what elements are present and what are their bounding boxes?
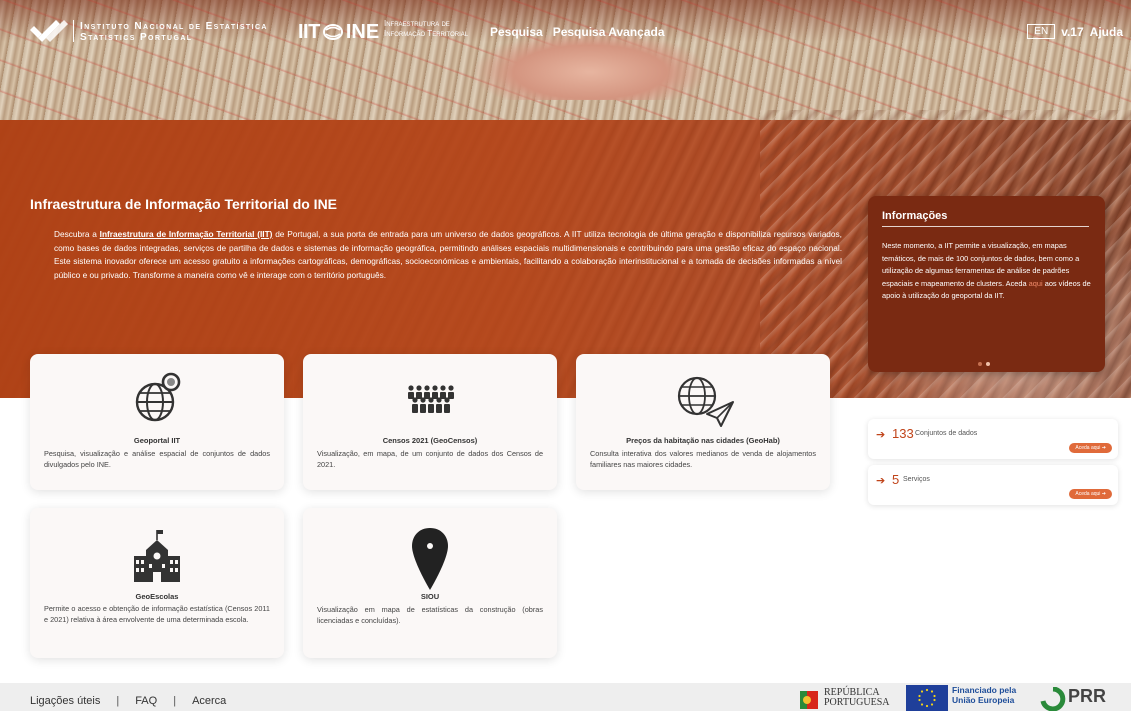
globe-logo-icon <box>322 24 343 40</box>
carousel-dots <box>978 362 990 366</box>
logo-divider <box>73 20 74 42</box>
footer-link-useful-links[interactable]: Ligações úteis <box>30 695 100 707</box>
card-geocensos[interactable]: Censos 2021 (GeoCensos) Visualização, em… <box>303 354 557 490</box>
prr-logo-text[interactable]: PRR <box>1068 686 1106 707</box>
services-go-button[interactable]: Aceda aqui ➔ <box>1069 489 1112 499</box>
card-description: Permite o acesso e obtenção de informaçã… <box>44 604 270 624</box>
ine-logo-text: INE <box>345 20 380 43</box>
datasets-go-button[interactable]: Aceda aqui ➔ <box>1069 443 1112 453</box>
ine-logo-icon[interactable] <box>28 16 70 46</box>
ine-name: Instituto Nacional de Estatística Statis… <box>80 21 268 43</box>
version-label: v.17 <box>1061 24 1084 39</box>
intro-paragraph: Descubra a Infraestrutura de Informação … <box>54 228 842 282</box>
prr-logo-icon <box>1040 687 1066 711</box>
republica-portuguesa-logo[interactable]: REPÚBLICA PORTUGUESA <box>824 688 890 708</box>
globe-send-icon <box>677 376 734 427</box>
info-divider <box>882 226 1089 227</box>
card-title: SIOU <box>420 592 440 601</box>
carousel-dot-1[interactable] <box>978 362 982 366</box>
iit-subtitle: Infraestrutura de Informação Territorial <box>384 19 468 39</box>
card-description: Pesquisa, visualização e análise espacia… <box>44 449 270 469</box>
globe-search-icon <box>135 372 181 422</box>
info-panel: Informações Neste momento, a IIT permite… <box>868 196 1105 372</box>
footer-link-about[interactable]: Acerca <box>192 695 226 707</box>
card-title: Geoportal IIT <box>133 436 181 445</box>
language-button[interactable]: EN <box>1027 24 1056 39</box>
eu-funding-logo[interactable]: Financiado pela União Europeia <box>952 685 1016 705</box>
ine-name-line2: Statistics Portugal <box>80 32 193 43</box>
header-actions: EN v.17 Ajuda <box>1027 24 1123 39</box>
card-geoportal[interactable]: Geoportal IIT Pesquisa, visualização e a… <box>30 354 284 490</box>
footer-link-faq[interactable]: FAQ <box>135 695 157 707</box>
card-siou[interactable]: SIOU Visualização em mapa de estatística… <box>303 508 557 658</box>
carousel-dot-2[interactable] <box>986 362 990 366</box>
card-description: Consulta interativa dos valores medianos… <box>590 449 816 469</box>
nav-pesquisa-avancada[interactable]: Pesquisa Avançada <box>553 25 665 39</box>
arrow-right-icon: ➔ <box>876 429 886 441</box>
page-title: Infraestrutura de Informação Territorial… <box>30 196 338 212</box>
iit-logo[interactable]: IIT INE <box>298 20 379 44</box>
stat-datasets[interactable]: ➔ 133 Conjuntos de dados Aceda aqui ➔ <box>868 419 1118 459</box>
nav-pesquisa[interactable]: Pesquisa <box>490 25 543 39</box>
stat-services[interactable]: ➔ 5 Serviços Aceda aqui ➔ <box>868 465 1118 505</box>
card-title: Censos 2021 (GeoCensos) <box>382 436 478 445</box>
main-nav: Pesquisa Pesquisa Avançada <box>490 25 665 39</box>
card-title: GeoEscolas <box>135 592 179 601</box>
eu-flag-icon <box>906 685 948 711</box>
iit-subtitle-line2: Informação Territorial <box>384 29 469 38</box>
iit-logo-text: IIT <box>298 20 320 43</box>
iit-subtitle-line1: Infraestrutura de <box>384 19 450 28</box>
intro-text-start: Descubra a <box>54 229 100 239</box>
card-description: Visualização, em mapa, de um conjunto de… <box>317 449 543 469</box>
school-icon <box>134 530 180 582</box>
stat-label: Serviços <box>903 476 930 483</box>
info-title: Informações <box>882 210 948 222</box>
stat-value: 5 <box>892 472 900 487</box>
footer: Ligações úteis | FAQ | Acerca REPÚBLICA … <box>0 683 1131 711</box>
iit-link[interactable]: Infraestrutura de Informação Territorial… <box>100 229 273 239</box>
map-pin-icon <box>412 528 448 590</box>
arrow-right-icon: ➔ <box>876 475 886 487</box>
stat-label: Conjuntos de dados <box>915 430 978 437</box>
portugal-emblem-icon <box>800 691 818 709</box>
card-description: Visualização em mapa de estatísticas da … <box>317 605 543 625</box>
info-text: Neste momento, a IIT permite a visualiza… <box>882 241 1091 300</box>
ine-name-line1: Instituto Nacional de Estatística <box>80 21 268 32</box>
card-title: Preços da habitação nas cidades (GeoHab) <box>626 436 780 445</box>
card-geoescolas[interactable]: GeoEscolas Permite o acesso e obtenção d… <box>30 508 284 658</box>
top-header: Instituto Nacional de Estatística Statis… <box>0 0 1131 64</box>
footer-links: Ligações úteis | FAQ | Acerca <box>30 695 227 707</box>
info-video-link[interactable]: aqui <box>1029 279 1043 288</box>
help-link[interactable]: Ajuda <box>1090 25 1123 39</box>
stat-value: 133 <box>892 426 914 441</box>
card-geohab[interactable]: Preços da habitação nas cidades (GeoHab)… <box>576 354 830 490</box>
crowd-icon <box>408 385 454 413</box>
